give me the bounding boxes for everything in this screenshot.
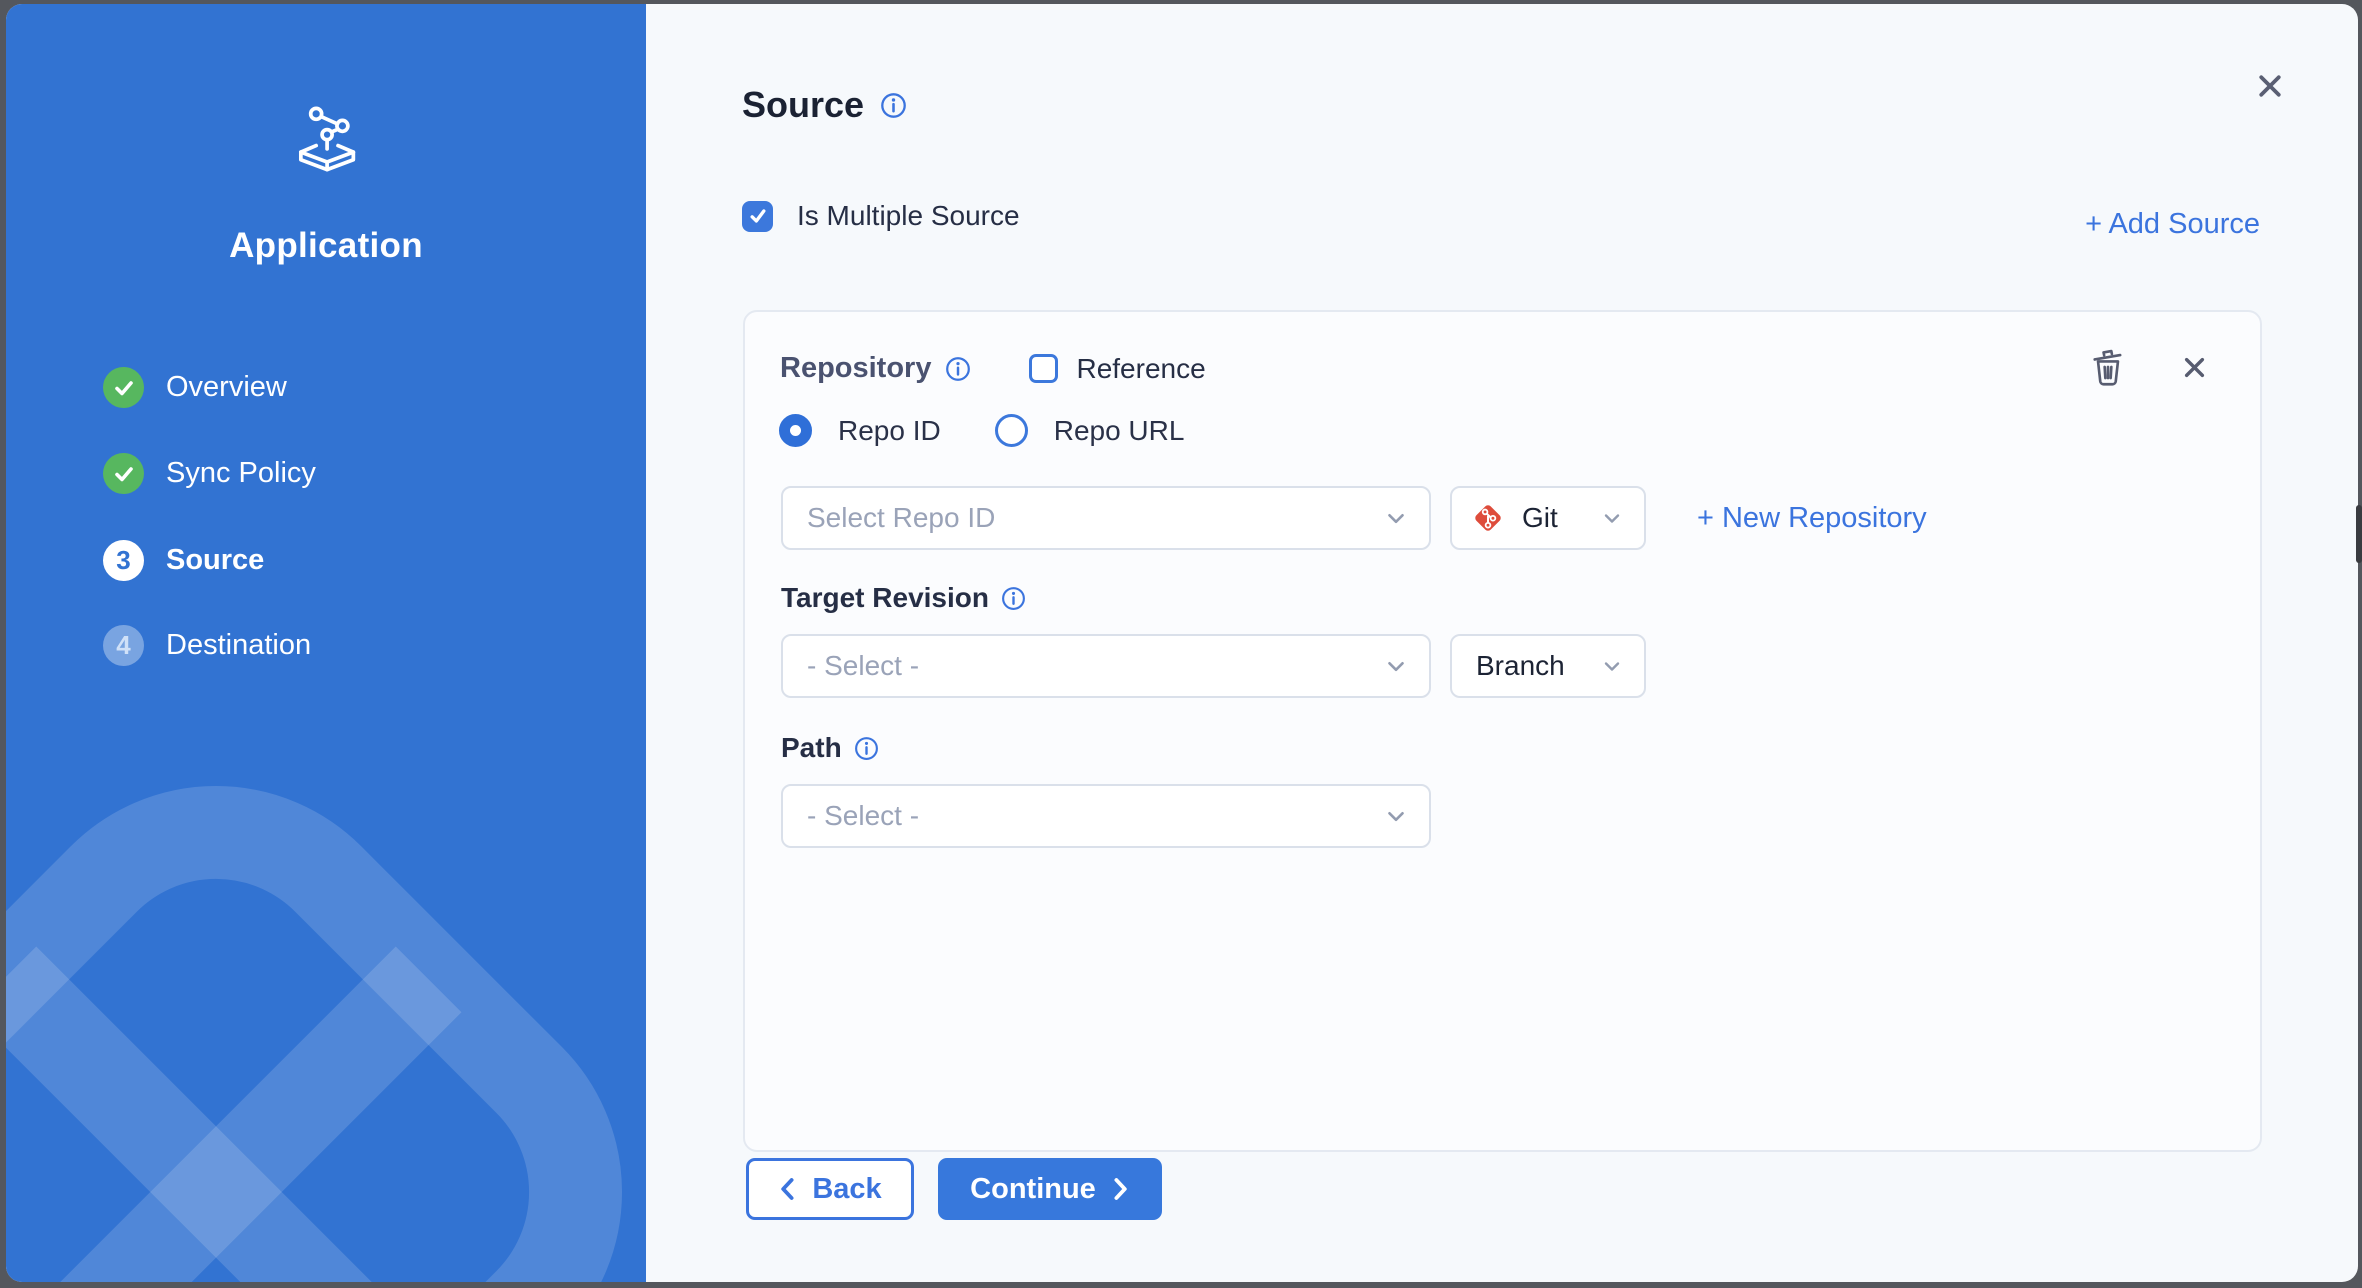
card-actions	[2089, 346, 2208, 388]
repository-label: Repository	[780, 352, 931, 385]
is-multiple-source-row: Is Multiple Source	[742, 200, 1020, 232]
path-field-label: Path	[781, 732, 879, 764]
path-placeholder: - Select -	[807, 800, 919, 832]
revision-type-value: Branch	[1476, 650, 1565, 682]
repo-id-radio[interactable]	[779, 414, 812, 447]
info-icon[interactable]	[1001, 586, 1026, 611]
chevron-down-icon	[1600, 506, 1624, 530]
back-button[interactable]: Back	[746, 1158, 914, 1220]
modal-close-button[interactable]	[2246, 62, 2294, 110]
sidebar-step-source[interactable]: 3 Source	[103, 540, 264, 581]
chevron-down-icon	[1383, 653, 1409, 679]
step-done-check-icon	[103, 453, 144, 494]
reference-label: Reference	[1076, 353, 1205, 385]
continue-button[interactable]: Continue	[938, 1158, 1162, 1220]
git-icon	[1470, 500, 1506, 536]
wizard-sidebar: Application Overview Sync Policy 3 Sourc…	[6, 4, 646, 1282]
chevron-right-icon	[1110, 1177, 1130, 1201]
target-revision-label: Target Revision	[781, 582, 989, 614]
step-label: Destination	[166, 629, 311, 662]
add-source-link[interactable]: + Add Source	[2085, 208, 2260, 241]
path-select[interactable]: - Select -	[781, 784, 1431, 848]
step-number-badge: 4	[103, 625, 144, 666]
step-number-badge: 3	[103, 540, 144, 581]
new-repository-link[interactable]: + New Repository	[1697, 502, 1927, 535]
sidebar-step-sync-policy[interactable]: Sync Policy	[103, 453, 316, 494]
delete-source-button[interactable]	[2089, 346, 2127, 388]
step-label: Source	[166, 544, 264, 577]
chevron-left-icon	[778, 1177, 798, 1201]
repository-source-card: Repository Reference	[743, 310, 2262, 1152]
application-logo-icon	[6, 104, 646, 179]
page-scrollbar-thumb[interactable]	[2356, 505, 2362, 563]
target-revision-placeholder: - Select -	[807, 650, 919, 682]
kubesphere-watermark-logo	[6, 782, 626, 1282]
page-title: Source	[742, 84, 907, 126]
page-title-text: Source	[742, 84, 864, 126]
repo-url-radio[interactable]	[995, 414, 1028, 447]
repo-type-value: Git	[1522, 502, 1558, 534]
source-panel: Source Is Multiple Source	[646, 4, 2358, 1282]
continue-button-label: Continue	[970, 1173, 1096, 1206]
is-multiple-source-label: Is Multiple Source	[797, 200, 1020, 232]
info-icon[interactable]	[854, 736, 879, 761]
close-icon	[2181, 354, 2208, 381]
info-icon[interactable]	[880, 92, 907, 119]
revision-type-select[interactable]: Branch	[1450, 634, 1646, 698]
reference-wrap: Reference	[1029, 353, 1205, 385]
sidebar-step-destination[interactable]: 4 Destination	[103, 625, 311, 666]
repo-type-select[interactable]: Git	[1450, 486, 1646, 550]
target-revision-field-label: Target Revision	[781, 582, 1026, 614]
repo-mode-radio-group: Repo ID Repo URL	[779, 414, 1212, 447]
reference-checkbox[interactable]	[1029, 354, 1058, 383]
path-label: Path	[781, 732, 842, 764]
chevron-down-icon	[1383, 803, 1409, 829]
sidebar-step-overview[interactable]: Overview	[103, 367, 287, 408]
chevron-down-icon	[1383, 505, 1409, 531]
repo-url-label: Repo URL	[1054, 415, 1185, 447]
screen: Application Overview Sync Policy 3 Sourc…	[0, 0, 2362, 1288]
info-icon[interactable]	[945, 356, 971, 382]
repo-id-label: Repo ID	[838, 415, 941, 447]
repository-card-header: Repository Reference	[780, 352, 1206, 385]
step-label: Overview	[166, 371, 287, 404]
repo-id-select-placeholder: Select Repo ID	[807, 502, 995, 534]
is-multiple-source-checkbox[interactable]	[742, 201, 773, 232]
step-done-check-icon	[103, 367, 144, 408]
repo-type-cell: Git	[1470, 500, 1558, 536]
check-icon	[748, 206, 768, 226]
step-label: Sync Policy	[166, 457, 316, 490]
repo-id-select[interactable]: Select Repo ID	[781, 486, 1431, 550]
back-button-label: Back	[812, 1173, 881, 1206]
remove-source-button[interactable]	[2181, 354, 2208, 381]
trash-icon	[2089, 346, 2127, 388]
application-wizard-modal: Application Overview Sync Policy 3 Sourc…	[6, 4, 2358, 1282]
target-revision-select[interactable]: - Select -	[781, 634, 1431, 698]
chevron-down-icon	[1600, 654, 1624, 678]
wizard-title: Application	[6, 226, 646, 266]
close-icon	[2255, 71, 2285, 101]
